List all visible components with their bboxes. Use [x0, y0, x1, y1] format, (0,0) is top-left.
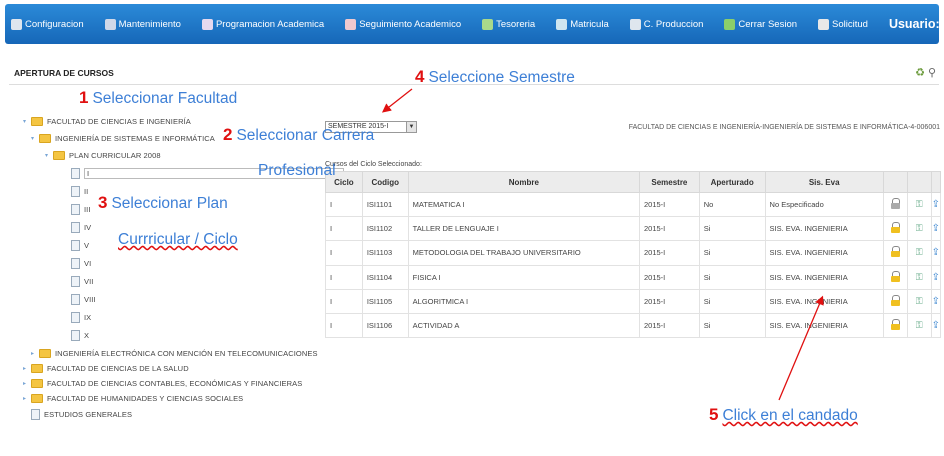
annotation-step-2b: Profesional [258, 162, 336, 179]
arrow-5-line [778, 295, 824, 401]
annotation-text: Seleccione Semestre [428, 69, 575, 86]
annotation-number: 5 [709, 405, 719, 424]
annotation-text: Seleccionar Plan [111, 195, 228, 212]
annotation-step-4: 4 Seleccione Semestre [415, 67, 575, 87]
annotation-text: Seleccionar Carrera [236, 127, 375, 144]
annotation-step-3: 3 Seleccionar Plan [98, 193, 228, 213]
annotation-step-3b: Currricular / Ciclo [118, 231, 238, 249]
annotation-step-5: 5 Click en el candado [709, 405, 858, 425]
arrow-4-line [381, 88, 413, 113]
annotation-text: Seleccionar Facultad [92, 90, 238, 107]
annotation-step-2: 2 Seleccionar Carrera [223, 125, 374, 145]
annotation-number: 3 [98, 193, 108, 212]
annotation-text: Currricular / Ciclo [118, 231, 238, 248]
annotation-number: 4 [415, 67, 425, 86]
annotation-number: 2 [223, 125, 233, 144]
annotation-text: Click en el candado [722, 407, 858, 424]
annotation-step-1: 1 Seleccionar Facultad [79, 88, 237, 108]
annotation-number: 1 [79, 88, 89, 107]
